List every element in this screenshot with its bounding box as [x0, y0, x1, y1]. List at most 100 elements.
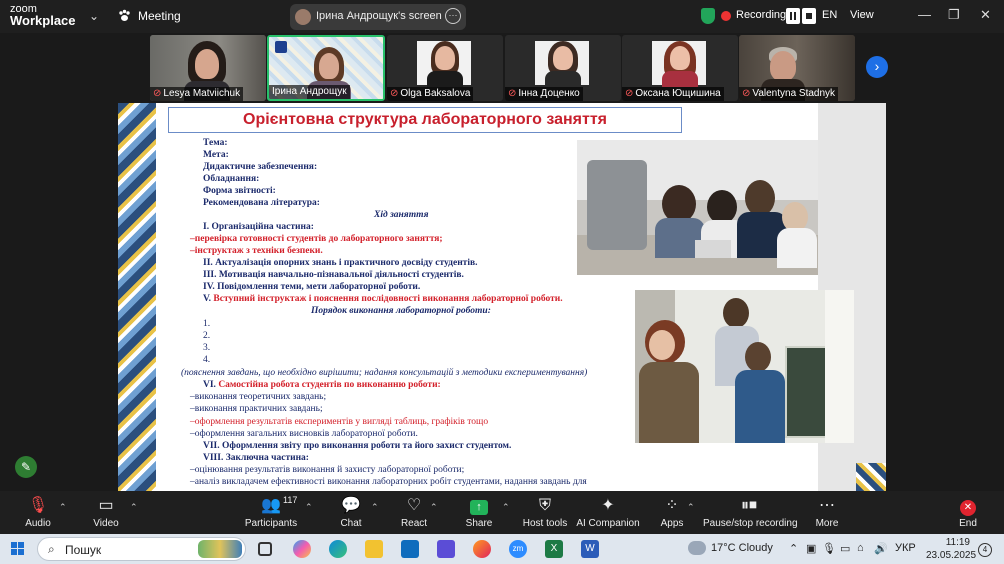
word-icon[interactable]: W — [581, 540, 599, 558]
chevron-up-icon[interactable]: ⌃ — [502, 502, 510, 513]
decorative-pattern-corner — [856, 463, 886, 491]
pause-recording-button[interactable] — [786, 8, 800, 24]
slide-line: I. Організаційна частина: — [203, 222, 314, 232]
slide-title: Орієнтовна структура лабораторного занят… — [168, 107, 682, 133]
clock[interactable]: 11:19 23.05.2025 — [926, 536, 976, 562]
chevron-up-icon[interactable]: ⌃ — [305, 502, 313, 513]
share-button[interactable]: ↑ Share — [462, 491, 496, 534]
chat-button[interactable]: 💬 Chat — [334, 491, 368, 534]
meeting-label[interactable]: Meeting — [138, 9, 181, 23]
slide-line: –оформлення результатів експериментів у … — [190, 417, 489, 427]
pause-stop-icon: ⏸⏹ — [740, 497, 757, 514]
participant-name: ⊘ Оксана Ющишина — [622, 87, 724, 101]
ai-companion-button[interactable]: ✦ AI Companion — [576, 491, 640, 534]
battery-icon: ▭ — [840, 543, 851, 555]
chevron-up-icon[interactable]: ⌃ — [130, 502, 138, 513]
annotate-pencil-icon[interactable]: ✎ — [15, 456, 37, 478]
end-call-icon: ✕ — [952, 494, 984, 518]
file-explorer-icon[interactable] — [365, 540, 383, 558]
slide-line: VII. Оформлення звіту про виконання робо… — [203, 441, 512, 451]
next-page-arrow-icon[interactable]: › — [866, 56, 888, 78]
copilot-icon[interactable] — [293, 540, 311, 558]
task-view-icon[interactable] — [258, 542, 272, 556]
slide-line: Рекомендована література: — [203, 198, 320, 208]
video-button[interactable]: ▭ Video — [84, 491, 128, 534]
muted-mic-icon: ⊘ — [508, 88, 517, 99]
avatar — [295, 9, 311, 25]
muted-mic-icon: ⊘ — [390, 88, 399, 99]
pause-stop-recording-button[interactable]: ⏸⏹ Pause/stop recording — [703, 491, 798, 534]
video-tile[interactable]: ⊘ Оксана Ющишина — [622, 35, 738, 101]
decorative-pattern-strip — [118, 103, 156, 491]
slide-line: 3. — [203, 343, 211, 353]
muted-mic-icon: ⊘ — [153, 88, 162, 99]
zoom-app-icon[interactable]: zm — [509, 540, 527, 558]
video-tile-active-speaker[interactable]: Ірина Андрощук — [267, 35, 385, 101]
windows-start-icon[interactable] — [11, 542, 25, 561]
shared-slide: Орієнтовна структура лабораторного занят… — [118, 103, 886, 491]
shared-screen-pill[interactable]: Ірина Андрощук's screen ··· — [290, 4, 466, 30]
more-button[interactable]: ⋯ More — [810, 491, 844, 534]
slide-line: –оцінювання результатів виконання й захи… — [190, 465, 465, 475]
chat-bubble-icon: 💬 — [341, 497, 361, 514]
slide-line: –виконання теоретичних завдань; — [190, 392, 327, 402]
video-tile[interactable]: ⊘ Інна Доценко — [505, 35, 621, 101]
video-tile[interactable]: ⊘ Olga Baksalova — [387, 35, 503, 101]
video-tile[interactable]: ⊘ Lesya Matviichuk — [150, 35, 266, 101]
chevron-up-icon[interactable]: ⌃ — [789, 542, 798, 555]
muted-mic-icon: ⊘ — [742, 88, 751, 99]
shield-icon[interactable] — [701, 8, 715, 24]
chevron-up-icon[interactable]: ⌃ — [59, 502, 67, 513]
meeting-top-bar: zoom Workplace ⌄ Meeting Ірина Андрощук'… — [0, 0, 1004, 33]
taskbar-search-input[interactable]: ⌕ Пошук — [37, 537, 246, 561]
slide-line: Форма звітності: — [203, 186, 276, 196]
input-language[interactable]: УКР — [895, 542, 916, 554]
chevron-up-icon[interactable]: ⌃ — [687, 502, 695, 513]
slide-line: 1. — [203, 319, 211, 329]
weather-text[interactable]: 17°C Cloudy — [711, 542, 773, 554]
excel-icon[interactable]: X — [545, 540, 563, 558]
participant-name: ⊘ Інна Доценко — [505, 87, 583, 101]
host-tools-button[interactable]: ⛨ Host tools — [521, 491, 569, 534]
view-button[interactable]: View — [850, 9, 874, 21]
edge-browser-icon[interactable] — [329, 540, 347, 558]
more-options-icon[interactable]: ··· — [445, 8, 461, 24]
close-icon[interactable]: ✕ — [980, 7, 991, 23]
slide-line: 2. — [203, 331, 211, 341]
language-indicator[interactable]: EN — [822, 9, 837, 21]
participant-name: ⊘ Lesya Matviichuk — [150, 87, 244, 101]
share-screen-icon: ↑ — [462, 494, 496, 518]
slide-line: Дидактичне забезпечення: — [203, 162, 318, 172]
react-button[interactable]: ♡ React — [396, 491, 432, 534]
chevron-down-icon[interactable]: ⌄ — [89, 9, 99, 23]
muted-mic-icon: ⊘ — [625, 88, 634, 99]
stop-recording-button[interactable] — [802, 8, 816, 24]
slide-line: Мета: — [203, 150, 229, 160]
sparkle-icon: ✦ — [601, 497, 615, 514]
save-app-icon[interactable] — [437, 540, 455, 558]
slide-line: –перевірка готовності студентів до лабор… — [190, 234, 443, 244]
apps-grid-icon: ⁘ — [665, 497, 679, 514]
shield-icon: ⛨ — [538, 497, 551, 514]
video-tile[interactable]: ⊘ Valentyna Stadnyk — [739, 35, 855, 101]
outlook-icon[interactable] — [401, 540, 419, 558]
end-meeting-button[interactable]: ✕ End — [952, 491, 984, 534]
restore-icon[interactable]: ❐ — [948, 7, 960, 23]
chevron-up-icon[interactable]: ⌃ — [430, 502, 438, 513]
notification-count-badge[interactable]: 4 — [978, 543, 992, 557]
slide-line: Порядок виконання лабораторної роботи: — [311, 306, 491, 316]
recording-indicator-icon — [721, 11, 731, 21]
audio-button[interactable]: 🎙 Audio — [14, 491, 62, 534]
apps-button[interactable]: ⁘ Apps — [656, 491, 688, 534]
paw-icon — [118, 9, 131, 22]
participant-name: ⊘ Olga Baksalova — [387, 87, 474, 101]
slide-line: Тема: — [203, 138, 228, 148]
slide-line: –оформлення загальних висновків лаборато… — [190, 429, 418, 439]
chevron-up-icon[interactable]: ⌃ — [371, 502, 379, 513]
minimize-icon[interactable]: — — [918, 7, 931, 22]
slide-line: III. Мотивація навчально-пізнавальної ді… — [203, 270, 464, 280]
cloudy-weather-icon — [688, 541, 706, 555]
shared-screen-title: Ірина Андрощук's screen — [316, 10, 442, 22]
slide-line: II. Актуалізація опорних знань і практич… — [203, 258, 478, 268]
firefox-icon[interactable] — [473, 540, 491, 558]
